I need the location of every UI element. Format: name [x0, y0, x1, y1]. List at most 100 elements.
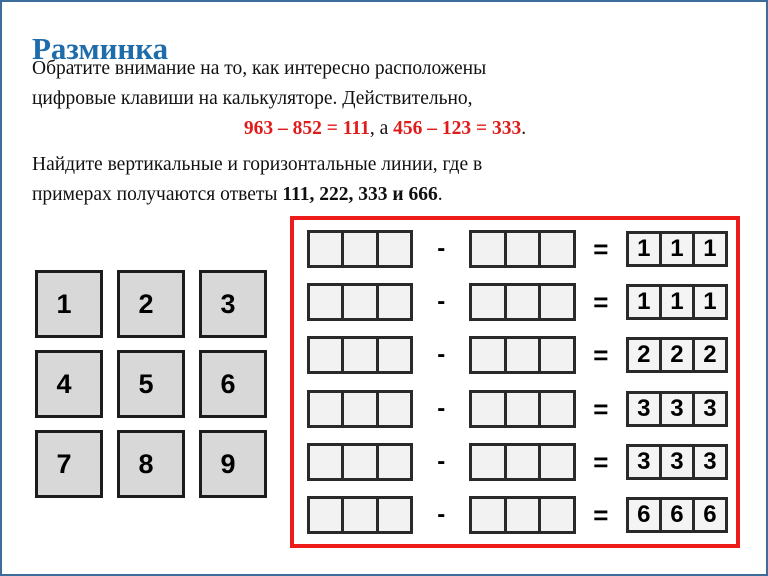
subtrahend-boxes[interactable]: [468, 336, 576, 375]
minuend-boxes-cell[interactable]: [310, 233, 342, 265]
minuend-boxes[interactable]: [306, 495, 414, 534]
subtrahend-boxes[interactable]: [468, 442, 576, 481]
keypad-key-4[interactable]: 4: [35, 350, 103, 418]
answer-boxes-cell: 1: [691, 234, 725, 264]
subtrahend-boxes-cell[interactable]: [538, 498, 573, 531]
formula-period: .: [521, 118, 527, 139]
answer-boxes-cell: 3: [691, 446, 725, 477]
keypad-key-label: 8: [138, 448, 154, 479]
subtrahend-boxes-cell[interactable]: [503, 233, 539, 265]
subtrahend-boxes-cell[interactable]: [472, 393, 504, 425]
answer-boxes-cell: 3: [658, 446, 692, 477]
subtrahend-boxes-cell[interactable]: [472, 233, 504, 265]
answer-boxes-cell: 2: [691, 340, 725, 371]
minus-operator: -: [437, 500, 446, 528]
answer-boxes: 111: [625, 231, 728, 267]
subtrahend-boxes-cell[interactable]: [472, 499, 504, 531]
subtrahend-boxes-cell[interactable]: [503, 445, 539, 478]
equals-operator: =: [593, 287, 609, 318]
subtrahend-boxes[interactable]: [468, 230, 576, 268]
subtrahend-boxes[interactable]: [468, 283, 576, 322]
minus-operator: -: [437, 288, 446, 316]
keypad-key-8[interactable]: 8: [117, 430, 185, 498]
subtrahend-boxes-cell[interactable]: [538, 339, 573, 372]
answer-boxes: 666: [625, 496, 728, 533]
equation-row: - = 2 2 2: [302, 334, 728, 376]
subtrahend-boxes-cell[interactable]: [472, 446, 504, 478]
subtrahend-boxes-cell[interactable]: [538, 392, 573, 425]
minuend-boxes-cell[interactable]: [341, 392, 376, 425]
keypad-key-label: 7: [56, 448, 72, 479]
equation-row: - = 3 3 3: [302, 441, 728, 483]
formula-expression-1: 963 – 852 = 111: [243, 118, 370, 139]
minuend-boxes-cell[interactable]: [341, 445, 376, 478]
answer-boxes-cell: 2: [637, 341, 651, 369]
minuend-boxes-cell[interactable]: [310, 393, 342, 425]
minuend-boxes-cell[interactable]: [375, 445, 411, 478]
minuend-boxes-cell[interactable]: [310, 286, 342, 318]
minuend-boxes-cell[interactable]: [310, 339, 342, 371]
answer-boxes-cell: 2: [658, 340, 692, 371]
minuend-boxes[interactable]: [306, 389, 414, 428]
minuend-boxes-cell[interactable]: [341, 233, 376, 265]
keypad-key-5[interactable]: 5: [117, 350, 185, 418]
subtrahend-boxes-cell[interactable]: [472, 286, 504, 318]
slide-canvas: Разминка Обратите внимание на то, как ин…: [0, 0, 768, 576]
minuend-boxes[interactable]: [306, 336, 414, 375]
minuend-boxes-cell[interactable]: [310, 446, 342, 478]
minuend-boxes-cell[interactable]: [341, 339, 376, 372]
minuend-boxes-cell[interactable]: [341, 286, 376, 319]
example-formula-line: 963 – 852 = 111, а 456 – 123 = 333.: [32, 114, 738, 144]
equals-operator: =: [593, 393, 609, 424]
paragraph-1-line-2: цифровые клавиши на калькуляторе. Действ…: [32, 88, 473, 109]
subtrahend-boxes-cell[interactable]: [538, 233, 573, 265]
answer-boxes-cell: 6: [658, 499, 692, 530]
keypad-key-9[interactable]: 9: [199, 430, 267, 498]
minuend-boxes-cell[interactable]: [375, 233, 411, 265]
answer-boxes: 333: [625, 390, 728, 427]
subtrahend-boxes-cell[interactable]: [503, 339, 539, 372]
paragraph-2: Найдите вертикальные и горизонтальные ли…: [32, 150, 738, 210]
subtrahend-boxes-cell[interactable]: [538, 445, 573, 478]
answer-boxes: 333: [625, 443, 728, 480]
minuend-boxes[interactable]: [306, 442, 414, 481]
minuend-boxes-cell[interactable]: [375, 286, 411, 319]
minus-operator: -: [437, 341, 446, 369]
subtrahend-boxes[interactable]: [468, 495, 576, 534]
minuend-boxes-cell[interactable]: [375, 339, 411, 372]
equals-operator: =: [593, 340, 609, 371]
answer-boxes-cell: 1: [637, 235, 651, 262]
keypad-key-1[interactable]: 1: [35, 270, 103, 338]
keypad-key-label: 4: [56, 368, 72, 399]
minuend-boxes[interactable]: [306, 283, 414, 322]
equations-panel: - = 1 1 1- = 1 1 1- = 2 2 2- = 3 3 3- = 3 3 3- = 6 6 6: [290, 216, 740, 548]
keypad-key-2[interactable]: 2: [117, 270, 185, 338]
subtrahend-boxes-cell[interactable]: [503, 286, 539, 319]
answer-boxes-cell: 6: [637, 500, 651, 528]
intro-text-block: Обратите внимание на то, как интересно р…: [32, 54, 738, 210]
subtrahend-boxes-cell[interactable]: [503, 498, 539, 531]
calculator-keypad: 1 2 3 4 5 6 7 8 9: [35, 270, 267, 498]
subtrahend-boxes[interactable]: [468, 389, 576, 428]
keypad-key-3[interactable]: 3: [199, 270, 267, 338]
answer-boxes-cell: 1: [691, 287, 725, 318]
minus-operator: -: [437, 394, 446, 422]
keypad-key-7[interactable]: 7: [35, 430, 103, 498]
minuend-boxes-cell[interactable]: [375, 392, 411, 425]
answer-boxes-cell: 1: [637, 288, 651, 316]
subtrahend-boxes-cell[interactable]: [472, 339, 504, 371]
paragraph-2-line-1: Найдите вертикальные и горизонтальные ли…: [32, 154, 483, 175]
minuend-boxes-cell[interactable]: [375, 498, 411, 531]
minuend-boxes[interactable]: [306, 230, 414, 268]
equation-row: - = 6 6 6: [302, 494, 728, 536]
keypad-key-6[interactable]: 6: [199, 350, 267, 418]
equals-operator: =: [593, 499, 609, 530]
equation-row: - = 1 1 1: [302, 228, 728, 270]
answer-boxes-cell: 1: [658, 287, 692, 318]
subtrahend-boxes-cell[interactable]: [538, 286, 573, 319]
equations-rows: - = 1 1 1- = 1 1 1- = 2 2 2- = 3 3 3- = 3 3 3- = 6 6 6: [302, 228, 728, 536]
minuend-boxes-cell[interactable]: [310, 499, 342, 531]
subtrahend-boxes-cell[interactable]: [503, 392, 539, 425]
minuend-boxes-cell[interactable]: [341, 498, 376, 531]
formula-expression-2: 456 – 123 = 333: [393, 118, 522, 139]
